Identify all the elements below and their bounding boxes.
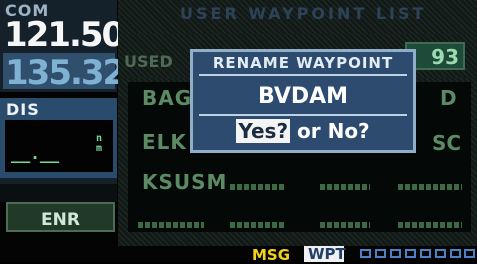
distance-window: DIS __.__ nm bbox=[0, 98, 117, 178]
page-group-label: WPT bbox=[308, 245, 346, 263]
left-spacer bbox=[0, 184, 117, 202]
distance-field: __.__ nm bbox=[5, 120, 113, 172]
waypoint-placeholder bbox=[230, 184, 286, 190]
waypoint-name[interactable]: KSUSM bbox=[142, 170, 227, 194]
waypoint-placeholder bbox=[138, 222, 204, 228]
or-no-option[interactable]: or No? bbox=[290, 119, 370, 143]
page-indicator bbox=[360, 249, 371, 258]
waypoint-placeholder bbox=[230, 222, 286, 228]
page-indicator bbox=[420, 249, 431, 258]
waypoint-detail: SC bbox=[432, 131, 462, 155]
page-indicator bbox=[435, 249, 446, 258]
dialog-divider bbox=[199, 74, 407, 76]
page-indicator bbox=[405, 249, 416, 258]
com-window[interactable]: COM 121.500 135.325 bbox=[0, 0, 148, 93]
page-group-tab[interactable]: WPT bbox=[304, 245, 346, 263]
distance-unit: nm bbox=[96, 133, 103, 154]
waypoint-placeholder bbox=[398, 222, 462, 228]
yes-button[interactable]: Yes? bbox=[236, 119, 291, 143]
page-indicator bbox=[464, 249, 475, 258]
distance-label: DIS bbox=[6, 100, 40, 119]
msg-annunciator[interactable]: MSG bbox=[252, 246, 290, 264]
page-indicator bbox=[450, 249, 461, 258]
waypoint-placeholder bbox=[320, 184, 370, 190]
waypoint-name[interactable]: ELK bbox=[142, 130, 187, 154]
page-indicator bbox=[390, 249, 401, 258]
waypoint-placeholder bbox=[398, 184, 462, 190]
dialog-title: RENAME WAYPOINT bbox=[212, 54, 394, 72]
waypoint-placeholder bbox=[320, 222, 370, 228]
cdi-scale-annunciator: ENR bbox=[6, 202, 115, 232]
com-standby-field[interactable]: 135.325 bbox=[3, 53, 148, 93]
used-count: 93 bbox=[431, 45, 459, 69]
cdi-scale-label: ENR bbox=[41, 210, 80, 230]
page-indicator bbox=[375, 249, 386, 258]
waypoint-name[interactable]: BAG bbox=[142, 86, 192, 110]
used-label: USED bbox=[124, 52, 173, 71]
waypoint-detail: D bbox=[440, 86, 457, 110]
dialog-divider bbox=[199, 114, 407, 116]
confirm-prompt: Yes? or No? bbox=[193, 119, 413, 143]
rename-waypoint-dialog: RENAME WAYPOINT BVDAM Yes? or No? bbox=[190, 49, 416, 153]
distance-value: __.__ bbox=[11, 144, 60, 163]
page-title: USER WAYPOINT LIST bbox=[180, 4, 427, 23]
new-waypoint-name: BVDAM bbox=[257, 84, 349, 109]
gps-screen: COM 121.500 135.325 DIS __.__ nm ENR USE… bbox=[0, 0, 477, 264]
